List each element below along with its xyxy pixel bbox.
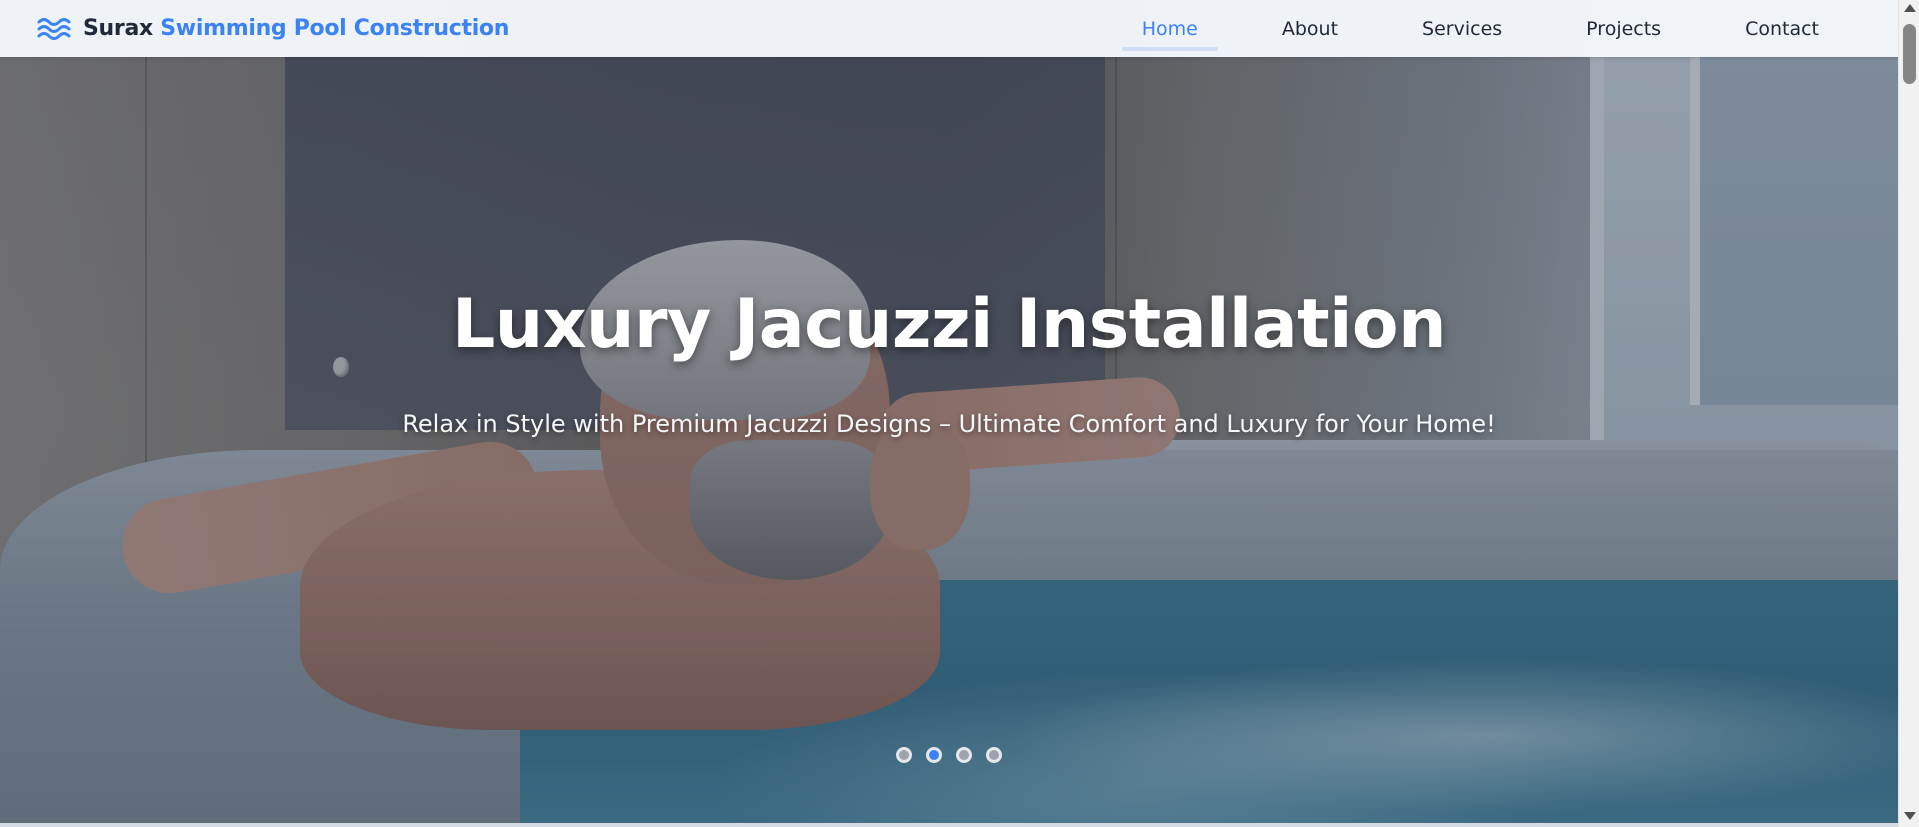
page: Luxury Jacuzzi Installation Relax in Sty… bbox=[0, 0, 1898, 827]
waves-icon bbox=[37, 16, 71, 42]
hero-title: Luxury Jacuzzi Installation bbox=[451, 285, 1447, 364]
hero-subtitle: Relax in Style with Premium Jacuzzi Desi… bbox=[402, 410, 1496, 438]
brand-name: Surax Swimming Pool Construction bbox=[83, 16, 509, 41]
carousel-dot[interactable] bbox=[896, 747, 912, 763]
carousel-dot[interactable] bbox=[956, 747, 972, 763]
carousel-indicators bbox=[0, 747, 1898, 763]
brand-name-primary: Surax bbox=[83, 16, 153, 41]
nav-item-services[interactable]: Services bbox=[1380, 0, 1544, 57]
nav-item-contact[interactable]: Contact bbox=[1703, 0, 1861, 57]
vertical-scrollbar[interactable] bbox=[1898, 0, 1919, 827]
nav-item-home[interactable]: Home bbox=[1100, 0, 1240, 57]
carousel-dot[interactable] bbox=[986, 747, 1002, 763]
navbar: Surax Swimming Pool Construction Home Ab… bbox=[0, 0, 1898, 57]
nav-item-about[interactable]: About bbox=[1240, 0, 1380, 57]
scroll-up-arrow-icon[interactable] bbox=[1904, 4, 1916, 12]
main-nav: Home About Services Projects Contact bbox=[1100, 0, 1861, 57]
brand-name-secondary: Swimming Pool Construction bbox=[160, 16, 510, 41]
brand-logo[interactable]: Surax Swimming Pool Construction bbox=[37, 16, 509, 42]
section-divider bbox=[0, 823, 1898, 827]
scrollbar-thumb[interactable] bbox=[1903, 24, 1916, 84]
scroll-down-arrow-icon[interactable] bbox=[1904, 812, 1916, 820]
nav-item-projects[interactable]: Projects bbox=[1544, 0, 1703, 57]
carousel-dot-active[interactable] bbox=[926, 747, 942, 763]
hero-section: Luxury Jacuzzi Installation Relax in Sty… bbox=[0, 0, 1898, 827]
